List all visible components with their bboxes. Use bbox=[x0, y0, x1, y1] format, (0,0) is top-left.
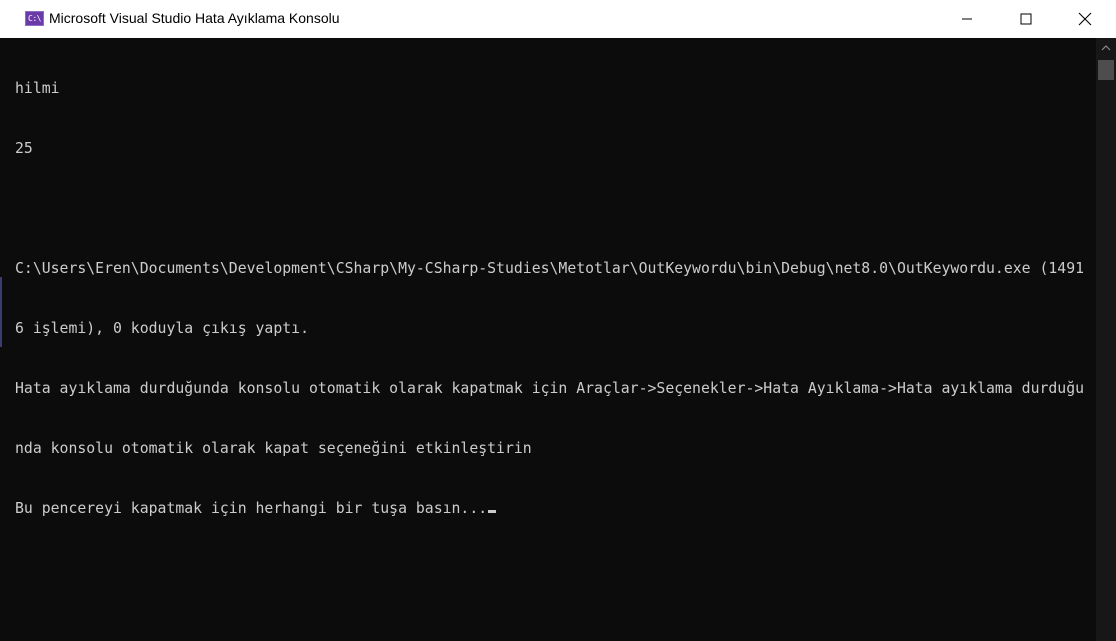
console-line: C:\Users\Eren\Documents\Development\CSha… bbox=[15, 260, 1085, 277]
console-line: nda konsolu otomatik olarak kapat seçene… bbox=[15, 440, 532, 457]
window-title: Microsoft Visual Studio Hata Ayıklama Ko… bbox=[49, 10, 340, 26]
minimize-icon bbox=[962, 18, 972, 20]
maximize-button[interactable] bbox=[1003, 0, 1049, 38]
console-line: Bu pencereyi kapatmak için herhangi bir … bbox=[15, 500, 488, 517]
console-window: C:\ Microsoft Visual Studio Hata Ayıklam… bbox=[0, 0, 1116, 641]
title-bar[interactable]: C:\ Microsoft Visual Studio Hata Ayıklam… bbox=[0, 0, 1116, 38]
close-button[interactable] bbox=[1062, 0, 1108, 38]
scroll-up-arrow-icon bbox=[1101, 45, 1111, 51]
window-edge-marker bbox=[0, 277, 2, 347]
maximize-icon bbox=[1020, 13, 1032, 25]
console-app-icon: C:\ bbox=[25, 11, 44, 26]
vertical-scrollbar[interactable] bbox=[1096, 38, 1116, 641]
scroll-up-button[interactable] bbox=[1096, 38, 1116, 58]
console-prompt-line: Bu pencereyi kapatmak için herhangi bir … bbox=[15, 499, 1096, 519]
scrollbar-thumb[interactable] bbox=[1098, 60, 1114, 80]
console-output[interactable]: hilmi 25 C:\Users\Eren\Documents\Develop… bbox=[15, 38, 1096, 641]
console-line: 6 işlemi), 0 koduyla çıkış yaptı. bbox=[15, 320, 309, 337]
text-cursor bbox=[488, 510, 497, 513]
console-line: Hata ayıklama durduğunda konsolu otomati… bbox=[15, 380, 1085, 397]
console-line: hilmi bbox=[15, 80, 60, 97]
minimize-button[interactable] bbox=[944, 0, 990, 38]
console-line: 25 bbox=[15, 140, 33, 157]
close-icon bbox=[1078, 12, 1092, 26]
